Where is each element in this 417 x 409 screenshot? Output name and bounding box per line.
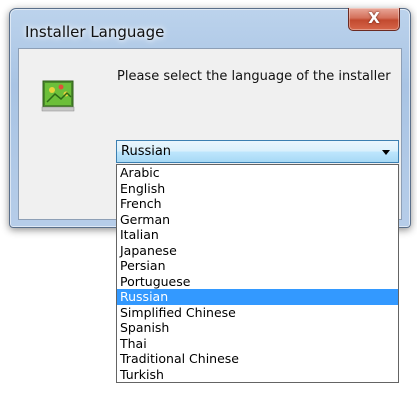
language-option[interactable]: Traditional Chinese: [117, 351, 398, 367]
language-option[interactable]: German: [117, 212, 398, 228]
language-option[interactable]: French: [117, 196, 398, 212]
language-option[interactable]: Portuguese: [117, 274, 398, 290]
language-option[interactable]: English: [117, 181, 398, 197]
title-bar[interactable]: Installer Language X: [10, 8, 410, 49]
language-option[interactable]: Persian: [117, 258, 398, 274]
installer-app-icon: [41, 80, 75, 112]
language-option[interactable]: Turkish: [117, 367, 398, 383]
language-combobox[interactable]: Russian: [116, 140, 399, 163]
language-option[interactable]: Simplified Chinese: [117, 305, 398, 321]
language-option[interactable]: Arabic: [117, 165, 398, 181]
language-option[interactable]: Spanish: [117, 320, 398, 336]
close-icon: X: [368, 9, 380, 27]
prompt-text: Please select the language of the instal…: [117, 69, 391, 84]
screen: Installer Language X Please select the l…: [0, 0, 417, 409]
chevron-down-icon: [382, 150, 390, 155]
language-option[interactable]: Italian: [117, 227, 398, 243]
window-title: Installer Language: [25, 23, 165, 41]
language-option[interactable]: Thai: [117, 336, 398, 352]
language-dropdown-list[interactable]: Arabic English French German Italian Japanese…: [116, 164, 399, 383]
close-button[interactable]: X: [348, 8, 400, 31]
language-option[interactable]: Russian: [117, 289, 398, 305]
selected-language: Russian: [121, 144, 172, 159]
language-option[interactable]: Japanese: [117, 243, 398, 259]
